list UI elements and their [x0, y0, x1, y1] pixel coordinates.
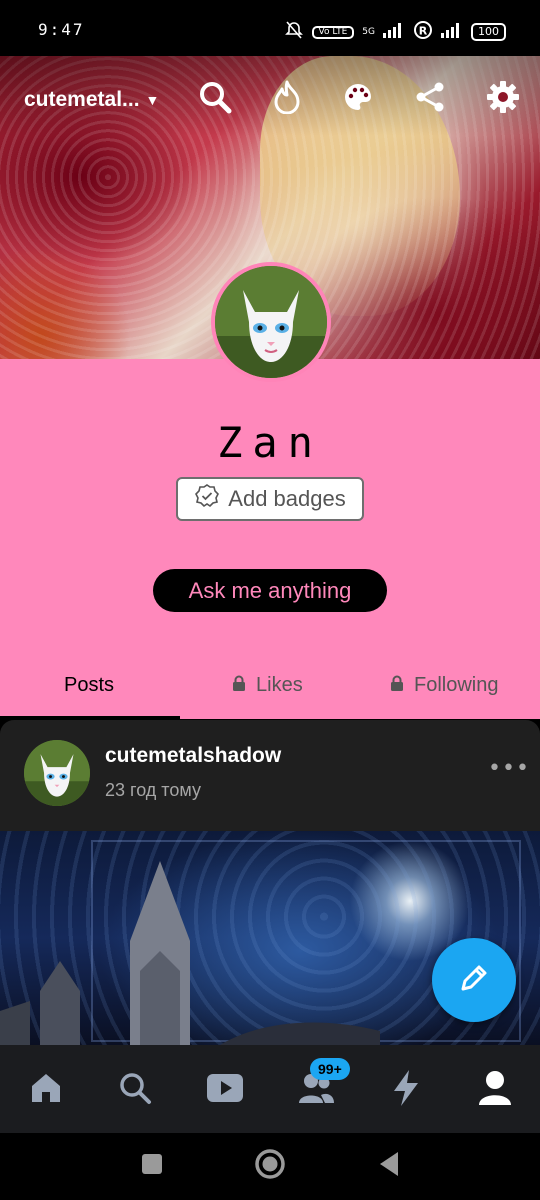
add-badges-label: Add badges [228, 486, 346, 511]
tab-likes-label: Likes [256, 673, 303, 696]
activity-icon[interactable] [384, 1066, 428, 1110]
signal-icon-2 [441, 22, 463, 42]
notification-badge: 99+ [310, 1058, 350, 1080]
home-circle-icon[interactable] [254, 1148, 286, 1184]
battery-indicator: 100 [471, 23, 506, 41]
tab-following[interactable]: Following [390, 668, 498, 702]
clock: 9:47 [38, 20, 85, 39]
back-icon[interactable] [378, 1151, 400, 1181]
recents-icon[interactable] [141, 1153, 163, 1179]
system-navigation-bar [0, 1133, 540, 1200]
blog-name: cutemetal... [24, 88, 140, 111]
registered-icon: R [413, 20, 433, 44]
svg-text:R: R [419, 25, 428, 38]
bottom-navigation [0, 1045, 540, 1133]
status-icons: Vo LTE 5G R 100 [284, 20, 506, 44]
network-type: 5G [362, 26, 375, 37]
tab-posts[interactable]: Posts [64, 668, 114, 702]
pencil-icon [457, 961, 491, 999]
compose-button[interactable] [432, 938, 516, 1022]
share-icon[interactable] [412, 79, 448, 115]
badge-icon [194, 483, 220, 515]
tab-likes[interactable]: Likes [232, 668, 303, 702]
page-title: Zan [217, 418, 323, 467]
chevron-down-icon: ▼ [145, 92, 160, 108]
tab-following-label: Following [414, 673, 499, 696]
mute-icon [284, 20, 304, 44]
volte-indicator: Vo LTE [311, 25, 355, 39]
tab-posts-label: Posts [64, 673, 115, 696]
palette-icon[interactable] [340, 79, 376, 115]
search-icon[interactable] [113, 1066, 157, 1110]
blog-switcher[interactable]: cutemetal... ▼ [24, 88, 159, 112]
signal-icon [383, 22, 405, 42]
video-icon[interactable] [203, 1066, 247, 1110]
profile-section [0, 359, 540, 719]
search-icon[interactable] [197, 79, 233, 115]
lock-icon [232, 674, 246, 697]
more-options-icon[interactable]: ••• [488, 756, 530, 781]
status-bar: 9:47 Vo LTE 5G R 100 [0, 0, 540, 56]
lock-icon [390, 674, 404, 697]
gear-icon[interactable] [485, 79, 521, 115]
post-avatar[interactable] [24, 740, 90, 806]
active-tab-indicator [0, 716, 180, 719]
avatar[interactable] [211, 262, 331, 382]
ask-me-anything-button[interactable]: Ask me anything [153, 569, 387, 612]
add-badges-button[interactable]: Add badges [176, 477, 364, 521]
post-username[interactable]: cutemetalshadow [105, 744, 281, 768]
home-icon[interactable] [24, 1066, 68, 1110]
account-icon[interactable] [473, 1066, 517, 1110]
post-timestamp: 23 год тому [105, 780, 201, 800]
fire-icon[interactable] [269, 79, 305, 115]
